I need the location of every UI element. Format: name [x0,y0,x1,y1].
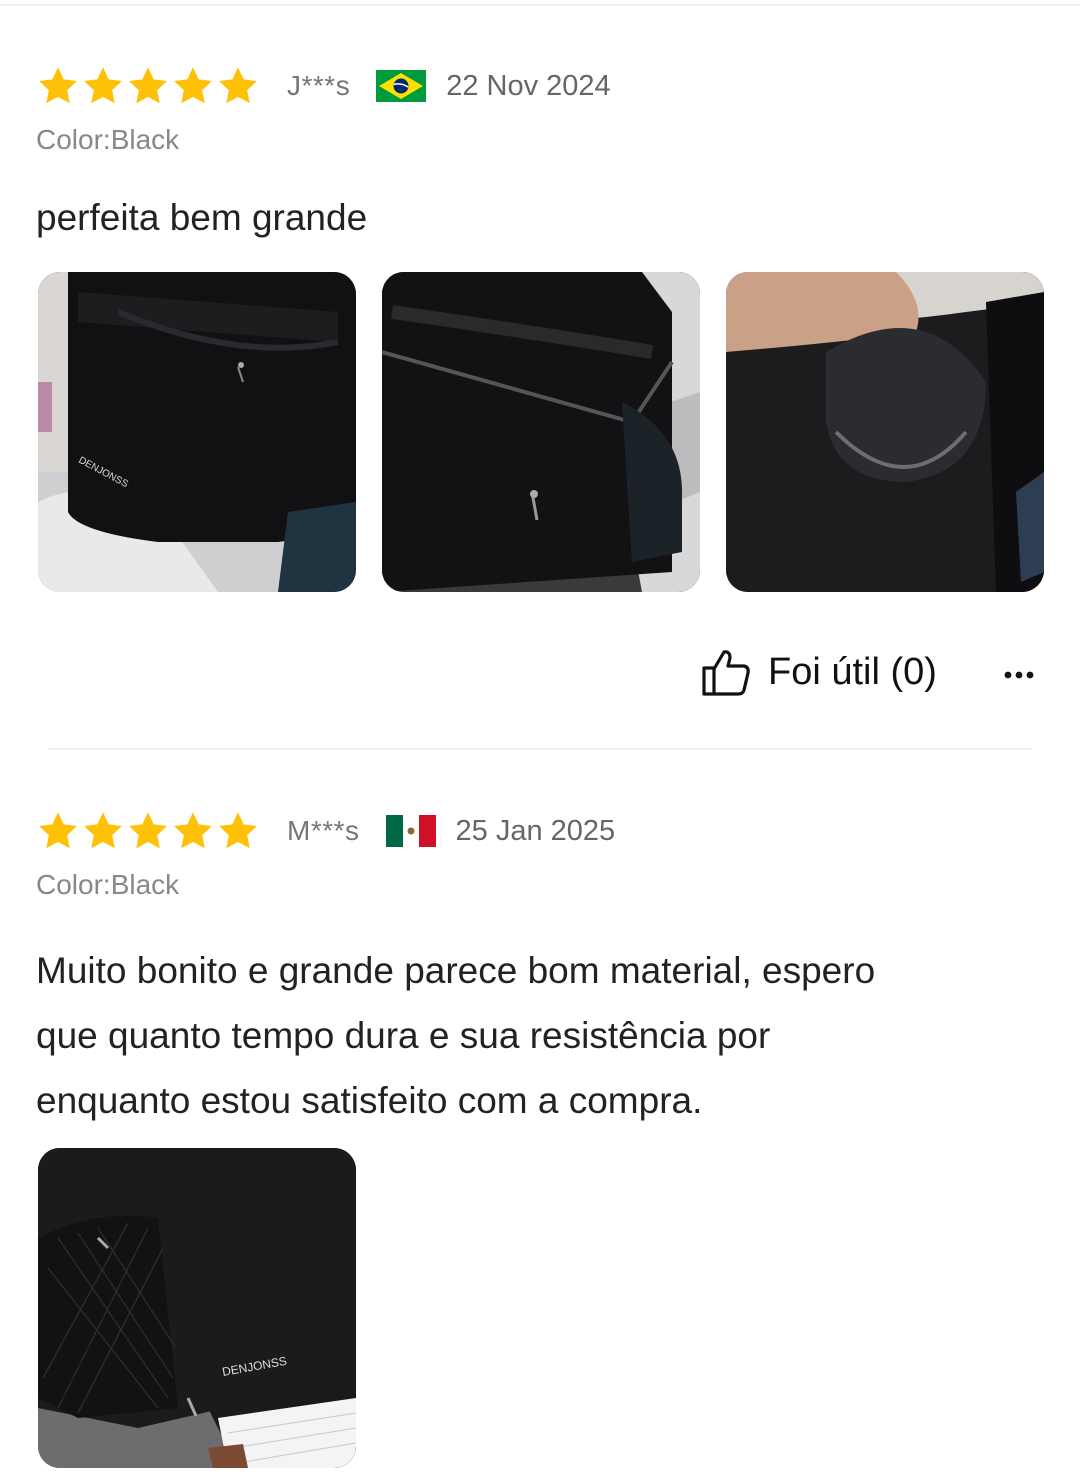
review-header: J***s 22 Nov 2024 [36,64,611,108]
star-rating [36,64,260,108]
review-photo[interactable] [382,272,700,592]
star-icon [84,67,122,104]
star-icon [219,812,257,849]
black-bag-open-top-photo [382,272,700,592]
star-icon [174,67,212,104]
star-icon [39,67,77,104]
review-text-line: que quanto tempo dura e sua resistência … [36,1015,771,1056]
black-bag-inner-pocket-photo [726,272,1044,592]
review-text-line: enquanto estou satisfeito com a compra. [36,1080,703,1121]
reviews-page: J***s 22 Nov 2024 Color:Black perfeita b… [0,0,1080,1481]
star-rating [36,809,260,853]
mexico-flag-icon [385,815,436,847]
review-divider [48,748,1032,750]
review-photo[interactable]: DENJONSS [38,272,356,592]
review-text: perfeita bem grande [36,197,368,238]
review-date: 25 Jan 2025 [455,814,616,847]
thumbs-up-icon [702,650,750,696]
sku-info: Color:Black [36,869,180,900]
review-text-line: Muito bonito e grande parece bom materia… [36,950,876,991]
helpful-button[interactable]: Foi útil (0) [700,644,937,700]
star-icon [84,812,122,849]
helpful-label: Foi útil (0) [768,650,937,693]
top-divider [0,4,1080,6]
sku-info: Color:Black [36,124,180,155]
black-bag-side-mesh-pocket-photo: DENJONSS [38,1148,356,1468]
star-icon [129,812,167,849]
reviewer-name: M***s [287,815,360,846]
review-date: 22 Nov 2024 [446,69,611,102]
more-options-icon[interactable] [1000,660,1040,690]
review-text: Muito bonito e grande parece bom materia… [36,938,1036,1133]
reviewer-name: J***s [287,70,351,101]
star-icon [219,67,257,104]
review-photo[interactable]: DENJONSS [38,1148,356,1468]
review-header: M***s 25 Jan 2025 [36,809,615,853]
review-photo[interactable] [726,272,1044,592]
brazil-flag-icon [376,70,427,102]
black-bag-front-photo: DENJONSS [38,272,356,592]
star-icon [174,812,212,849]
star-icon [39,812,77,849]
star-icon [129,67,167,104]
